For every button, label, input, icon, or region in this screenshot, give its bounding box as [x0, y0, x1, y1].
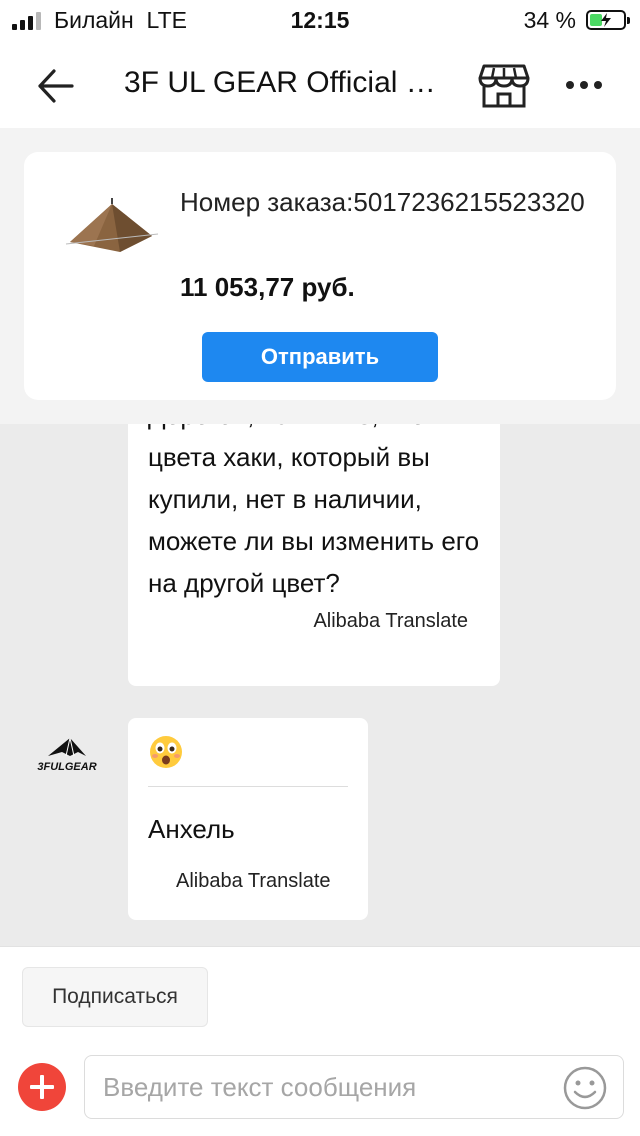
- send-order-button[interactable]: Отправить: [202, 332, 438, 382]
- store-icon[interactable]: [478, 62, 530, 110]
- divider: [148, 786, 348, 787]
- astonished-face-icon: [148, 734, 184, 770]
- order-number: Номер заказа:5017236215523320: [180, 187, 585, 217]
- chat-header: 3F UL GEAR Official Store: [0, 42, 640, 128]
- battery-icon: [586, 10, 630, 30]
- more-dots-icon[interactable]: [562, 72, 606, 98]
- order-panel: Номер заказа:5017236215523320 11 053,77 …: [0, 128, 640, 424]
- translate-label[interactable]: Alibaba Translate: [313, 610, 468, 633]
- emoji-icon[interactable]: [563, 1066, 607, 1110]
- back-arrow-icon[interactable]: [34, 64, 78, 108]
- battery-percent: 34 %: [523, 7, 576, 33]
- order-price: 11 053,77 руб.: [180, 272, 355, 302]
- message-input[interactable]: [103, 1066, 543, 1108]
- translate-label[interactable]: Alibaba Translate: [176, 870, 331, 893]
- product-image: [60, 194, 160, 260]
- add-icon[interactable]: [18, 1063, 66, 1111]
- store-avatar[interactable]: 3FULGEAR: [30, 734, 104, 774]
- status-bar: Билайн LTE 12:15 34 %: [0, 0, 640, 42]
- message-bubble: Дорогой, извините, что цвета хаки, котор…: [128, 424, 500, 686]
- order-card[interactable]: Номер заказа:5017236215523320 11 053,77 …: [24, 152, 616, 400]
- message-bubble: Анхель Alibaba Translate: [128, 718, 368, 920]
- svg-text:3FULGEAR: 3FULGEAR: [37, 761, 96, 773]
- composer: Подписаться: [0, 946, 640, 1136]
- chat-area[interactable]: Дорогой, извините, что цвета хаки, котор…: [0, 424, 640, 946]
- message-text: Дорогой, извините, что цвета хаки, котор…: [148, 424, 480, 598]
- message-text: Анхель: [148, 814, 235, 844]
- message-input-box[interactable]: [84, 1055, 624, 1119]
- subscribe-button[interactable]: Подписаться: [22, 967, 208, 1027]
- store-title: 3F UL GEAR Official Store: [124, 66, 444, 99]
